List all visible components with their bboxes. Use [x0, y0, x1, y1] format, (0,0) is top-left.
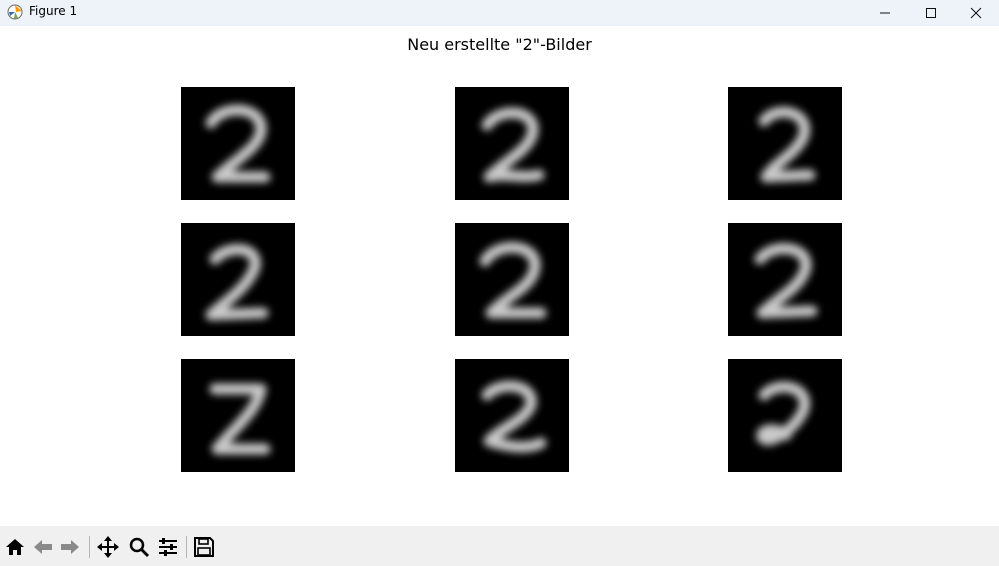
zoom-icon	[129, 537, 150, 558]
forward-button[interactable]	[58, 535, 82, 559]
digit-image-svg	[181, 223, 295, 336]
matplotlib-app-icon	[7, 4, 23, 20]
home-icon	[6, 539, 24, 555]
figure-title: Neu erstellte "2"-Bilder	[407, 35, 592, 54]
window-title: Figure 1	[29, 4, 78, 18]
zoom-button[interactable]	[127, 535, 151, 559]
digit-image-svg	[455, 87, 569, 200]
navigation-toolbar	[0, 526, 999, 566]
maximize-icon	[926, 8, 936, 18]
generated-digit-image: 2	[455, 87, 569, 200]
generated-digit-image: 2	[455, 359, 569, 472]
generated-digit-image: 2	[181, 87, 295, 200]
back-icon	[34, 540, 52, 554]
configure-subplots-icon	[159, 538, 177, 556]
maximize-button[interactable]	[908, 0, 954, 26]
save-icon	[194, 537, 214, 557]
generated-digit-image: 2	[728, 223, 842, 336]
configure-subplots-button[interactable]	[156, 535, 180, 559]
home-button[interactable]	[3, 535, 27, 559]
close-icon	[970, 7, 982, 19]
back-button[interactable]	[31, 535, 55, 559]
generated-digit-image: 2	[181, 223, 295, 336]
generated-digit-image: 2	[181, 359, 295, 472]
toolbar-separator	[186, 536, 187, 558]
pan-icon	[97, 536, 119, 558]
digit-image-svg	[455, 223, 569, 336]
generated-digit-image: 2	[728, 87, 842, 200]
generated-digit-image: 2	[455, 223, 569, 336]
forward-icon	[61, 540, 79, 554]
generated-digit-image: 2	[728, 359, 842, 472]
digit-image-svg	[728, 359, 842, 472]
digit-image-svg	[181, 87, 295, 200]
minimize-button[interactable]	[862, 0, 908, 26]
digit-image-svg	[728, 87, 842, 200]
save-button[interactable]	[192, 535, 216, 559]
minimize-icon	[880, 12, 890, 14]
figure-canvas[interactable]: Neu erstellte "2"-Bilder 2 2 2 2 2 2 2 2 2	[0, 26, 999, 526]
toolbar-separator	[89, 536, 90, 558]
digit-image-svg	[455, 359, 569, 472]
window-titlebar[interactable]: Figure 1	[0, 0, 999, 26]
close-button[interactable]	[953, 0, 999, 26]
digit-image-svg	[181, 359, 295, 472]
digit-image-svg	[728, 223, 842, 336]
pan-button[interactable]	[96, 535, 120, 559]
